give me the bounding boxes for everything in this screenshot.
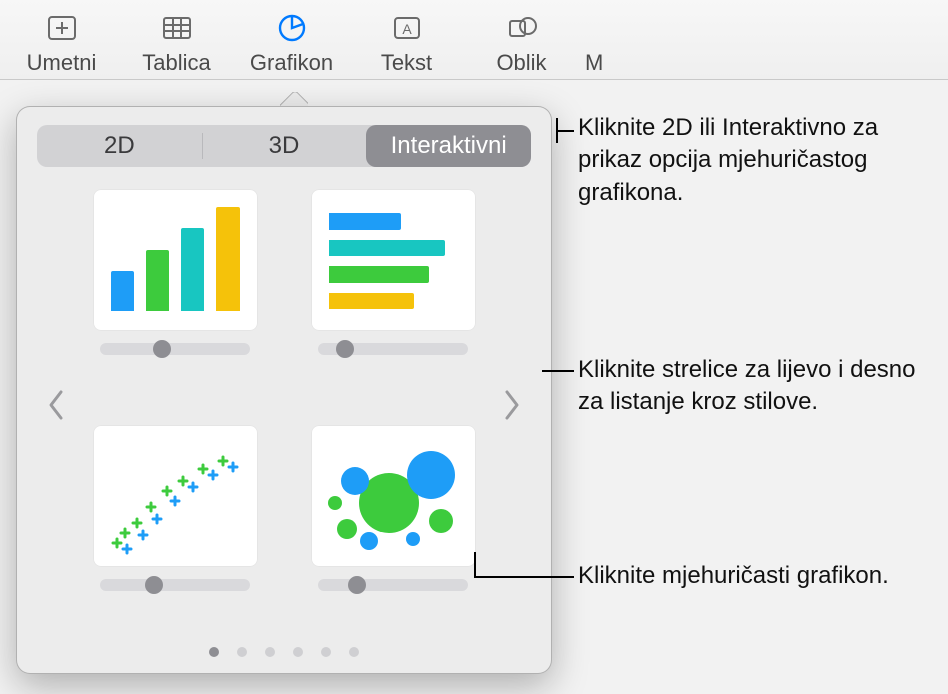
gallery-next[interactable]	[497, 385, 527, 425]
toolbar: Umetni Tablica Grafikon A Tekst Oblik	[0, 0, 948, 80]
callout-tabs: Kliknite 2D ili Interaktivno za prikaz o…	[578, 112, 938, 209]
toolbar-chart-label: Grafikon	[250, 50, 333, 76]
callout-arrows-text: Kliknite strelice za lijevo i desno za l…	[578, 356, 916, 415]
chart-icon	[272, 8, 312, 48]
toolbar-chart[interactable]: Grafikon	[234, 6, 349, 79]
callout-tabs-text: Kliknite 2D ili Interaktivno za prikaz o…	[578, 114, 878, 206]
tab-2d-label: 2D	[104, 132, 135, 160]
bubble-slider[interactable]	[318, 579, 468, 591]
bar-slider[interactable]	[318, 343, 468, 355]
column-slider[interactable]	[100, 343, 250, 355]
toolbar-table[interactable]: Tablica	[119, 6, 234, 79]
toolbar-insert-label: Umetni	[27, 50, 97, 76]
insert-icon	[42, 8, 82, 48]
svg-text:A: A	[402, 21, 412, 37]
page-dot[interactable]	[265, 647, 275, 657]
more-icon	[585, 8, 625, 48]
page-dot[interactable]	[209, 647, 219, 657]
bar-chart-thumb	[311, 189, 476, 331]
tab-interactive-label: Interaktivni	[391, 132, 507, 160]
callout-arrows: Kliknite strelice za lijevo i desno za l…	[578, 354, 938, 419]
bubble-chart-thumb	[311, 425, 476, 567]
toolbar-insert[interactable]: Umetni	[4, 6, 119, 79]
scatter-chart-thumb	[93, 425, 258, 567]
chart-gallery	[37, 189, 531, 659]
tab-3d[interactable]: 3D	[202, 125, 367, 167]
page-dots[interactable]	[37, 647, 531, 657]
page-dot[interactable]	[237, 647, 247, 657]
callout-bubble-text: Kliknite mjehuričasti grafikon.	[578, 562, 889, 589]
chart-option-bar[interactable]	[307, 189, 479, 389]
page-dot[interactable]	[321, 647, 331, 657]
popover-arrow	[280, 92, 308, 106]
table-icon	[157, 8, 197, 48]
column-chart-thumb	[93, 189, 258, 331]
callout-bubble: Kliknite mjehuričasti grafikon.	[578, 560, 938, 592]
chart-option-bubble[interactable]	[307, 425, 479, 625]
tab-2d[interactable]: 2D	[37, 125, 202, 167]
chart-option-scatter[interactable]	[89, 425, 261, 625]
page-dot[interactable]	[349, 647, 359, 657]
toolbar-more[interactable]: M	[579, 6, 619, 79]
page-dot[interactable]	[293, 647, 303, 657]
shape-icon	[502, 8, 542, 48]
toolbar-shape-label: Oblik	[496, 50, 546, 76]
toolbar-text-label: Tekst	[381, 50, 432, 76]
text-icon: A	[387, 8, 427, 48]
toolbar-more-label: M	[585, 50, 603, 76]
toolbar-table-label: Tablica	[142, 50, 210, 76]
toolbar-shape[interactable]: Oblik	[464, 6, 579, 79]
chart-option-column[interactable]	[89, 189, 261, 389]
tab-interactive[interactable]: Interaktivni	[366, 125, 531, 167]
chart-type-tabs: 2D 3D Interaktivni	[37, 125, 531, 167]
toolbar-text[interactable]: A Tekst	[349, 6, 464, 79]
chart-popover: 2D 3D Interaktivni	[16, 104, 552, 674]
tab-3d-label: 3D	[269, 132, 300, 160]
gallery-prev[interactable]	[41, 385, 71, 425]
scatter-slider[interactable]	[100, 579, 250, 591]
